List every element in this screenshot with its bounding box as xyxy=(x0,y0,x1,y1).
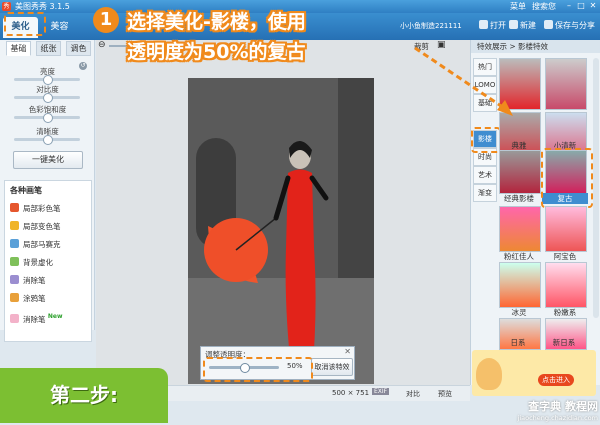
opacity-slider[interactable] xyxy=(209,363,279,373)
effect-thumb-ice[interactable] xyxy=(499,262,541,308)
effect-label: 粉红佳人 xyxy=(504,252,534,261)
effect-label: 阿宝色 xyxy=(553,252,577,261)
effect-label: 经典影楼 xyxy=(504,194,534,203)
effect-thumb-tender[interactable] xyxy=(545,262,587,308)
edited-photo xyxy=(188,78,374,384)
app-logo-icon: 秀 xyxy=(2,2,11,11)
category-studio[interactable]: 影楼 xyxy=(473,130,497,148)
effect-label-selected: 复古 xyxy=(542,193,588,204)
preview-button[interactable]: 预览 xyxy=(438,389,452,399)
tab-beauty[interactable]: 美容 xyxy=(42,17,77,38)
slider-knob[interactable] xyxy=(43,135,53,145)
eraser-icon xyxy=(10,275,19,284)
brushes-title: 各种画笔 xyxy=(10,186,42,195)
minimize-icon[interactable]: – xyxy=(564,1,574,11)
instruction-line-2: 透明度为50%的复古 xyxy=(127,41,306,63)
recolor-brush-icon xyxy=(10,221,19,230)
effect-label: 日系 xyxy=(510,338,526,347)
close-icon[interactable]: ✕ xyxy=(344,347,351,356)
color-brush-icon xyxy=(10,203,19,212)
maximize-icon[interactable]: □ xyxy=(576,1,586,11)
exif-button[interactable]: EXIF xyxy=(372,388,390,395)
app-title: 美图秀秀 3.1.5 xyxy=(15,2,70,11)
new-badge: New xyxy=(47,313,63,320)
plus-icon xyxy=(509,20,518,29)
category-art[interactable]: 艺术 xyxy=(473,166,497,184)
brush-background-blur[interactable]: 背景虚化 xyxy=(10,257,53,269)
cartoon-face-icon xyxy=(476,358,502,390)
slider-knob[interactable] xyxy=(43,93,53,103)
instruction-line-1: 选择美化-影楼，使用 xyxy=(127,11,306,33)
blur-icon xyxy=(10,257,19,266)
open-button[interactable]: 打开 xyxy=(476,19,509,33)
close-icon[interactable]: ✕ xyxy=(588,1,598,11)
cancel-effect-button[interactable]: 取消该特效 xyxy=(311,358,353,376)
step-number: 1 xyxy=(93,7,119,33)
brush-mosaic[interactable]: 局部马赛克 xyxy=(10,239,61,251)
compare-button[interactable]: 对比 xyxy=(406,389,420,399)
subtab-basic[interactable]: 基础 xyxy=(6,41,31,56)
instruction-overlay: 1 选择美化-影楼，使用 透明度为50%的复古 xyxy=(93,7,435,72)
save-icon xyxy=(544,20,553,29)
subtab-color[interactable]: 调色 xyxy=(66,41,91,56)
photo-illustration xyxy=(188,78,374,384)
effect-thumb-retro[interactable] xyxy=(545,150,587,194)
pencil-icon xyxy=(10,293,19,302)
subtab-paper[interactable]: 纸张 xyxy=(36,41,61,56)
menu-button[interactable]: 菜单 xyxy=(510,1,526,12)
one-click-beautify-button[interactable]: 一键美化 xyxy=(13,151,83,169)
saturation-slider[interactable] xyxy=(14,113,80,123)
effects-scrollbar[interactable] xyxy=(593,58,599,318)
brushes-box: 各种画笔 局部彩色笔 局部变色笔 局部马赛克 背景虚化 消除笔 涂鸦笔 消除笔 … xyxy=(4,180,92,342)
brush-eraser[interactable]: 消除笔 xyxy=(10,275,46,287)
mosaic-icon xyxy=(10,239,19,248)
brush-local-recolor[interactable]: 局部变色笔 xyxy=(10,221,61,233)
brush-eraser-new[interactable]: 消除笔 New xyxy=(10,311,63,324)
image-size: 500 × 751 xyxy=(332,389,370,397)
slider-knob[interactable] xyxy=(43,113,53,123)
category-gradient[interactable]: 渐变 xyxy=(473,184,497,202)
watermark: 查字典 教程网 jiaocheng.chazidian.com xyxy=(517,400,598,422)
search-link[interactable]: 搜索您 xyxy=(532,1,556,12)
contrast-slider[interactable] xyxy=(14,93,80,103)
slider-knob[interactable] xyxy=(240,363,250,373)
sharpness-slider[interactable] xyxy=(14,135,80,145)
brush-doodle[interactable]: 涂鸦笔 xyxy=(10,293,46,305)
save-share-button[interactable]: 保存与分享 xyxy=(541,19,598,33)
tab-beautify[interactable]: 美化 xyxy=(3,17,38,38)
opacity-dialog-title: 调整透明度： xyxy=(205,350,250,359)
effect-label: 新日系 xyxy=(552,338,576,347)
effect-label: 粉嫩系 xyxy=(553,308,577,317)
effect-thumb-classic[interactable] xyxy=(499,150,541,194)
opacity-dialog: 调整透明度： ✕ 50% 取消该特效 xyxy=(200,346,355,380)
folder-icon xyxy=(479,20,488,29)
brightness-slider[interactable] xyxy=(14,75,80,85)
promo-enter-button[interactable]: 点击进入 xyxy=(538,374,574,386)
effect-thumb-pink[interactable] xyxy=(499,206,541,252)
effect-label: 冰灵 xyxy=(511,308,527,317)
pointer-arrow-icon xyxy=(414,46,513,116)
eraser-icon xyxy=(10,314,19,323)
new-button[interactable]: 新建 xyxy=(506,19,539,33)
promo-banner[interactable]: 点击进入 xyxy=(472,350,596,396)
category-fashion[interactable]: 时尚 xyxy=(473,148,497,166)
brush-local-color[interactable]: 局部彩色笔 xyxy=(10,203,61,215)
step-badge: 第二步: xyxy=(0,368,168,423)
left-panel: 基础 纸张 调色 ↺ 亮度 对比度 色彩饱和度 清晰度 一键美化 各种画笔 局部… xyxy=(0,40,95,342)
effect-thumb[interactable] xyxy=(545,58,587,110)
opacity-value: 50% xyxy=(287,362,303,370)
effect-thumb-abao[interactable] xyxy=(545,206,587,252)
